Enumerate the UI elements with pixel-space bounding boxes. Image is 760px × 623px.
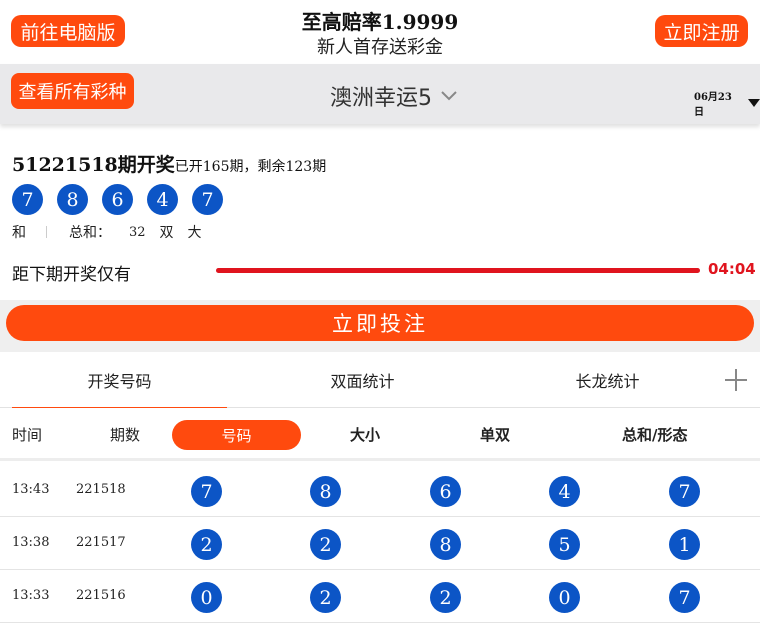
tab-streak-stats[interactable]: 长龙统计 [500, 352, 715, 408]
sum-label: 总和： [69, 225, 111, 241]
chevron-down-icon [441, 91, 457, 101]
draw-numbers: 7 8 6 4 7 [12, 184, 223, 215]
number-ball: 8 [310, 476, 341, 507]
sum-value: 32 [129, 224, 146, 240]
number-ball: 0 [191, 582, 222, 613]
add-icon[interactable] [722, 366, 750, 394]
row-time: 13:38 [12, 535, 50, 550]
big-small-value: 大 [187, 225, 202, 241]
all-lotteries-button[interactable]: 查看所有彩种 [11, 73, 134, 109]
lottery-bar: 查看所有彩种 澳洲幸运5 06月23日 [0, 64, 760, 124]
table-row: 13:38 221517 2 2 8 5 1 [0, 517, 760, 570]
header-big-small-tab[interactable]: 大小 [350, 408, 380, 461]
number-ball: 7 [12, 184, 43, 215]
row-issue: 221516 [76, 588, 126, 603]
number-ball: 2 [310, 529, 341, 560]
table-row: 13:33 221516 0 2 2 0 7 [0, 570, 760, 623]
top-header: 前往电脑版 至高赔率1.9999 新人首存送彩金 立即注册 [0, 0, 760, 64]
number-ball: 4 [147, 184, 178, 215]
row-issue: 221517 [76, 535, 126, 550]
countdown-time: 04:04 [708, 260, 756, 278]
date-label: 06月23日 [694, 92, 732, 118]
register-button[interactable]: 立即注册 [655, 15, 748, 47]
draw-period: 51221518期开奖已开165期，剩余123期 [12, 150, 326, 177]
period-number: 51221518期开奖 [12, 154, 175, 176]
number-ball: 8 [430, 529, 461, 560]
divider [46, 226, 47, 238]
odd-even-value: 双 [159, 225, 174, 241]
number-ball: 6 [102, 184, 133, 215]
game-selector[interactable]: 澳洲幸运5 [330, 80, 458, 112]
period-status: 已开165期，剩余123期 [174, 159, 327, 175]
number-ball: 7 [191, 476, 222, 507]
table-header: 时间 期数 号码 大小 单双 总和/形态 [0, 408, 760, 461]
number-ball: 4 [549, 476, 580, 507]
row-time: 13:33 [12, 588, 50, 603]
draw-summary: 和 总和： 32 双 大 [12, 222, 202, 242]
header-time: 时间 [12, 426, 43, 444]
date-selector[interactable]: 06月23日 [694, 88, 760, 118]
number-ball: 1 [669, 529, 700, 560]
countdown-progress [216, 268, 700, 273]
table-row: 13:43 221518 7 8 6 4 7 [0, 464, 760, 517]
header-numbers-tab[interactable]: 号码 [172, 420, 301, 450]
number-ball: 7 [669, 582, 700, 613]
number-ball: 7 [192, 184, 223, 215]
header-sum-form-tab[interactable]: 总和/形态 [622, 408, 687, 461]
header-issue: 期数 [110, 426, 141, 444]
he-label: 和 [12, 225, 26, 241]
countdown-progress-fill [216, 268, 700, 273]
number-ball: 6 [430, 476, 461, 507]
number-ball: 5 [549, 529, 580, 560]
number-ball: 0 [549, 582, 580, 613]
tab-bar: 开奖号码 双面统计 长龙统计 [0, 352, 760, 409]
tab-two-sided-stats[interactable]: 双面统计 [255, 352, 470, 408]
row-time: 13:43 [12, 482, 50, 497]
draw-info: 51221518期开奖已开165期，剩余123期 7 8 6 4 7 和 总和：… [0, 132, 760, 300]
draw-history-table: 13:43 221518 7 8 6 4 7 13:38 221517 2 2 … [0, 464, 760, 623]
bet-now-button[interactable]: 立即投注 [6, 305, 754, 341]
number-ball: 2 [310, 582, 341, 613]
number-ball: 7 [669, 476, 700, 507]
number-ball: 2 [430, 582, 461, 613]
countdown-label: 距下期开奖仅有 [12, 265, 131, 285]
game-name: 澳洲幸运5 [330, 86, 432, 111]
promo-bonus: 新人首存送彩金 [317, 37, 443, 58]
number-ball: 8 [57, 184, 88, 215]
caret-down-icon [748, 99, 760, 107]
number-ball: 2 [191, 529, 222, 560]
promo-odds: 至高赔率1.9999 [301, 10, 459, 34]
header-odd-even-tab[interactable]: 单双 [480, 408, 510, 461]
tab-draw-numbers[interactable]: 开奖号码 [12, 352, 227, 409]
row-issue: 221518 [76, 482, 126, 497]
